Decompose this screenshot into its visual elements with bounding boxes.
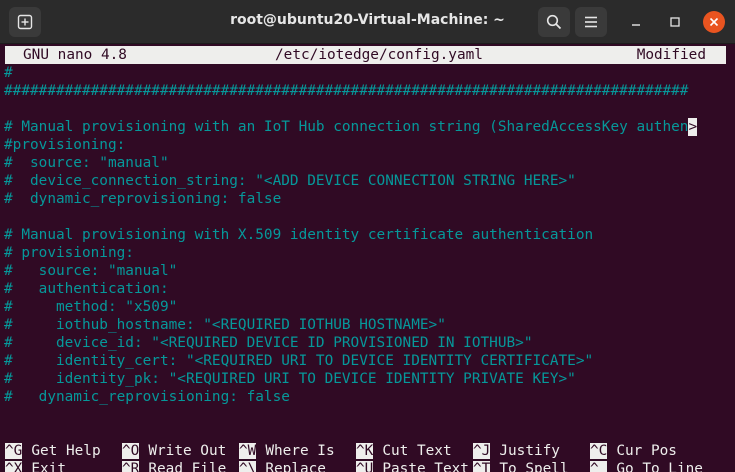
maximize-icon	[670, 17, 680, 27]
shortcut-key: ^O	[122, 443, 140, 459]
shortcut-key: ^G	[5, 443, 23, 459]
title-bar: root@ubuntu20-Virtual-Machine: ~	[0, 0, 735, 44]
shortcut-label: Paste Text	[382, 461, 469, 472]
nano-modified-status: Modified	[636, 47, 706, 63]
line-overflow-marker: >	[688, 118, 698, 136]
new-tab-button[interactable]	[9, 7, 41, 37]
shortcut-label: Get Help	[31, 443, 101, 459]
shortcut-read-file[interactable]: ^R Read File	[122, 460, 226, 472]
editor-line[interactable]: # iothub_hostname: "<REQUIRED IOTHUB HOS…	[4, 316, 446, 334]
editor-line[interactable]: # device_connection_string: "<ADD DEVICE…	[4, 172, 576, 190]
minimize-icon	[632, 24, 640, 26]
shortcut-label: Where Is	[265, 443, 335, 459]
shortcut-key: ^T	[473, 461, 491, 472]
editor-line[interactable]: # dynamic_reprovisioning: false	[4, 388, 290, 406]
shortcut-key: ^U	[356, 461, 374, 472]
shortcut-key: ^C	[590, 443, 608, 459]
terminal-area[interactable]: GNU nano 4.8 /etc/iotedge/config.yaml Mo…	[0, 44, 735, 472]
shortcut-key: ^W	[239, 443, 257, 459]
shortcut-key: ^\	[239, 461, 257, 472]
nano-filename: /etc/iotedge/config.yaml	[275, 47, 483, 63]
shortcut-label: To Spell	[499, 461, 569, 472]
shortcut-key: ^J	[473, 443, 491, 459]
shortcut-cur-pos[interactable]: ^C Cur Pos	[590, 442, 677, 460]
shortcut-get-help[interactable]: ^G Get Help	[5, 442, 101, 460]
editor-line[interactable]: # dynamic_reprovisioning: false	[4, 190, 281, 208]
close-icon	[709, 17, 719, 27]
shortcut-label: Write Out	[148, 443, 227, 459]
editor-line[interactable]: # device_id: "<REQUIRED DEVICE ID PROVIS…	[4, 334, 533, 352]
editor-line[interactable]: ########################################…	[4, 82, 688, 100]
shortcut-key: ^R	[122, 461, 140, 472]
shortcut-label: Read File	[148, 461, 227, 472]
editor-line[interactable]: # source: "manual"	[4, 154, 169, 172]
shortcut-label: Cut Text	[382, 443, 452, 459]
shortcut-label: Replace	[265, 461, 326, 472]
hamburger-menu-icon	[585, 16, 597, 28]
shortcut-to-spell[interactable]: ^T To Spell	[473, 460, 569, 472]
editor-line[interactable]: #provisioning:	[4, 136, 125, 154]
shortcut-key: ^K	[356, 443, 374, 459]
terminal-window: root@ubuntu20-Virtual-Machine: ~ GNU nan…	[0, 0, 735, 472]
shortcut-write-out[interactable]: ^O Write Out	[122, 442, 226, 460]
editor-line[interactable]: # method: "x509"	[4, 298, 177, 316]
shortcut-exit[interactable]: ^X Exit	[5, 460, 66, 472]
shortcut-label: Exit	[31, 461, 66, 472]
shortcut-key: ^_	[590, 461, 608, 472]
editor-line[interactable]: # identity_cert: "<REQUIRED URI TO DEVIC…	[4, 352, 593, 370]
shortcut-cut-text[interactable]: ^K Cut Text	[356, 442, 452, 460]
shortcut-label: Go To Line	[616, 461, 703, 472]
editor-line[interactable]: # authentication:	[4, 280, 169, 298]
shortcut-label: Cur Pos	[616, 443, 677, 459]
menu-button[interactable]	[575, 7, 607, 37]
shortcut-replace[interactable]: ^\ Replace	[239, 460, 326, 472]
shortcut-go-to-line[interactable]: ^_ Go To Line	[590, 460, 703, 472]
editor-line[interactable]: #	[4, 64, 13, 82]
editor-line-text: # Manual provisioning with an IoT Hub co…	[4, 119, 689, 135]
minimize-button[interactable]	[625, 11, 647, 33]
search-icon	[546, 14, 562, 30]
maximize-button[interactable]	[664, 11, 686, 33]
nano-version: GNU nano 4.8	[23, 47, 127, 63]
nano-header-bar: GNU nano 4.8 /etc/iotedge/config.yaml Mo…	[5, 46, 726, 64]
editor-line[interactable]: # identity_pk: "<REQUIRED URI TO DEVICE …	[4, 370, 576, 388]
close-button[interactable]	[703, 11, 725, 33]
editor-line-wrapped[interactable]: # Manual provisioning with an IoT Hub co…	[4, 118, 698, 136]
shortcut-justify[interactable]: ^J Justify	[473, 442, 560, 460]
new-tab-icon	[17, 14, 33, 30]
shortcut-key: ^X	[5, 461, 23, 472]
shortcut-paste-text[interactable]: ^U Paste Text	[356, 460, 469, 472]
search-button[interactable]	[538, 7, 570, 37]
shortcut-where-is[interactable]: ^W Where Is	[239, 442, 335, 460]
editor-line[interactable]: # provisioning:	[4, 244, 134, 262]
editor-line[interactable]: # source: "manual"	[4, 262, 177, 280]
editor-line[interactable]: # Manual provisioning with X.509 identit…	[4, 226, 593, 244]
shortcut-label: Justify	[499, 443, 560, 459]
